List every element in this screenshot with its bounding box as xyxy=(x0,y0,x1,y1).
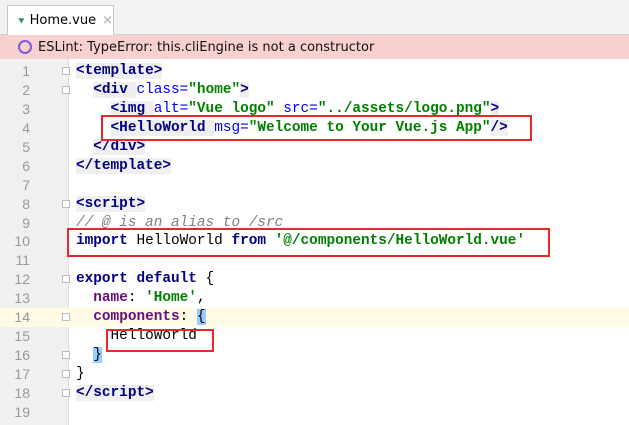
tab-home-vue[interactable]: Home.vue × xyxy=(7,5,114,35)
fold-marker-icon[interactable] xyxy=(62,313,70,322)
highlight-box-component xyxy=(106,329,214,352)
code-token: { xyxy=(205,271,215,288)
code-token: { xyxy=(196,309,206,326)
line-number: 5 xyxy=(22,138,30,155)
close-tab-icon[interactable]: × xyxy=(102,13,113,28)
code-token: class= xyxy=(136,81,189,98)
line-number: 11 xyxy=(15,252,30,269)
code-text: </template> xyxy=(76,157,171,176)
code-token: name xyxy=(93,290,128,307)
code-line[interactable]: 18 </script> xyxy=(0,384,629,403)
code-text: </script> xyxy=(76,384,154,403)
code-text: <template> xyxy=(76,62,163,81)
code-token: , xyxy=(196,290,206,307)
fold-marker-icon[interactable] xyxy=(62,275,70,284)
line-number: 7 xyxy=(22,176,30,193)
code-line[interactable]: 13 name: 'Home', xyxy=(0,289,629,308)
fold-marker-icon[interactable] xyxy=(62,388,70,397)
code-line[interactable]: 14 components: { xyxy=(0,308,629,328)
code-line[interactable]: 15 HelloWorld xyxy=(0,327,629,346)
line-number: 12 xyxy=(14,271,30,288)
fold-marker-icon[interactable] xyxy=(62,370,70,378)
line-number: 3 xyxy=(22,100,30,117)
line-number: 18 xyxy=(14,384,30,401)
line-number: 10 xyxy=(14,233,30,250)
line-number: 8 xyxy=(22,195,30,212)
code-token: </script> xyxy=(76,384,154,401)
line-number: 19 xyxy=(14,403,30,420)
code-token: </template> xyxy=(76,157,171,174)
code-line[interactable]: 6 </template> xyxy=(0,157,629,176)
highlight-box-helloworld-tag xyxy=(101,115,532,141)
code-token: > xyxy=(240,81,249,98)
line-number: 1 xyxy=(22,63,30,79)
line-number: 4 xyxy=(22,119,30,136)
line-number: 9 xyxy=(22,214,30,231)
code-line[interactable]: 2 <div class="home"> xyxy=(0,81,629,100)
fold-marker-icon[interactable] xyxy=(62,199,70,208)
error-circle-icon xyxy=(18,40,32,54)
line-number: 2 xyxy=(22,81,30,98)
code-line[interactable]: 16 } xyxy=(0,346,629,365)
code-line[interactable]: 1 <template> xyxy=(0,62,629,81)
line-number: 15 xyxy=(14,328,30,345)
code-line[interactable]: 12 export default { xyxy=(0,270,629,289)
code-line[interactable]: 17} xyxy=(0,365,629,384)
code-token: "home" xyxy=(188,81,241,98)
line-number: 16 xyxy=(14,347,30,364)
eslint-error-banner: ESLint: TypeError: this.cliEngine is not… xyxy=(0,35,629,59)
code-text: export default { xyxy=(76,270,214,289)
fold-marker-icon[interactable] xyxy=(62,351,70,360)
code-token: 'Home' xyxy=(145,290,197,307)
code-token: : xyxy=(179,309,197,326)
code-line[interactable]: 19 xyxy=(0,403,629,422)
code-token: } xyxy=(93,347,102,364)
editor-tab-bar: Home.vue × xyxy=(0,0,629,35)
line-number: 13 xyxy=(14,290,30,307)
code-text: components: { xyxy=(76,308,206,327)
code-token: components xyxy=(93,309,180,326)
code-text: } xyxy=(76,365,85,384)
tab-label: Home.vue xyxy=(29,13,97,28)
error-text: ESLint: TypeError: this.cliEngine is not… xyxy=(38,39,375,55)
line-number: 14 xyxy=(14,309,30,326)
code-text: <script> xyxy=(76,195,146,214)
line-number: 6 xyxy=(22,157,30,174)
code-line[interactable]: 8 <script> xyxy=(0,195,629,214)
code-token: export default xyxy=(76,271,206,288)
fold-marker-icon[interactable] xyxy=(62,85,70,94)
highlight-box-import xyxy=(67,228,550,257)
code-text: name: 'Home', xyxy=(76,289,206,308)
fold-marker-icon[interactable] xyxy=(62,67,70,75)
code-token: : xyxy=(127,290,146,307)
line-number: 17 xyxy=(14,366,30,382)
code-text: } xyxy=(76,346,102,365)
code-text: <div class="home"> xyxy=(76,81,249,100)
vue-logo-icon xyxy=(18,17,25,24)
code-token: </div> xyxy=(93,138,146,155)
code-token: <template> xyxy=(76,63,163,79)
code-token: } xyxy=(76,366,85,382)
code-line[interactable]: 7 xyxy=(0,176,629,195)
code-token: <div xyxy=(93,81,137,98)
code-token: <script> xyxy=(76,195,146,212)
